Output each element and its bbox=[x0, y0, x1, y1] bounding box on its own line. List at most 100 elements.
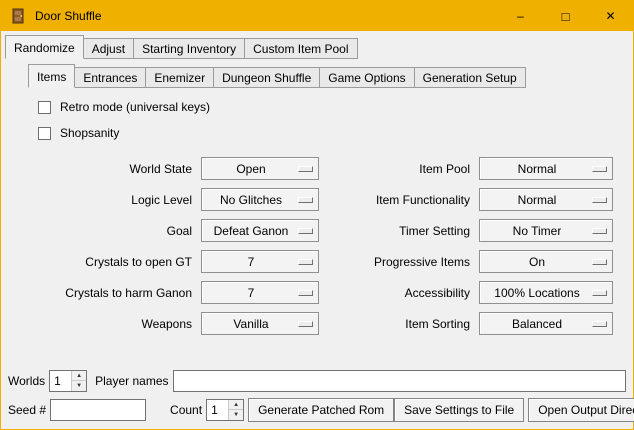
accessibility-label: Accessibility bbox=[327, 286, 479, 300]
tab-adjust[interactable]: Adjust bbox=[83, 38, 134, 59]
minimize-button[interactable]: – bbox=[498, 1, 543, 31]
weapons-row: Weapons Vanilla bbox=[29, 308, 319, 339]
options-grid: World State Open Logic Level No Glitches… bbox=[1, 153, 633, 339]
progressive-items-row: Progressive Items On bbox=[327, 246, 613, 277]
crystals-gt-value: 7 bbox=[248, 255, 255, 269]
tab-generation-setup[interactable]: Generation Setup bbox=[414, 67, 526, 88]
dropdown-indicator-icon bbox=[592, 321, 607, 327]
seed-input[interactable] bbox=[50, 399, 146, 421]
goal-row: Goal Defeat Ganon bbox=[29, 215, 319, 246]
options-column-right: Item Pool Normal Item Functionality Norm… bbox=[327, 153, 613, 339]
count-label: Count bbox=[170, 403, 202, 417]
dropdown-indicator-icon bbox=[298, 228, 313, 234]
tab-randomize[interactable]: Randomize bbox=[5, 35, 84, 59]
goal-value: Defeat Ganon bbox=[214, 224, 289, 238]
crystals-ganon-row: Crystals to harm Ganon 7 bbox=[29, 277, 319, 308]
crystals-ganon-dropdown[interactable]: 7 bbox=[201, 281, 319, 304]
seed-label: Seed # bbox=[8, 403, 46, 417]
world-state-label: World State bbox=[29, 162, 201, 176]
maximize-button[interactable]: □ bbox=[543, 1, 588, 31]
bottom-bar: Worlds ▲ ▼ Player names Seed # Count ▲ ▼ bbox=[1, 364, 633, 429]
retro-mode-checkbox[interactable] bbox=[38, 101, 51, 114]
spin-up-icon[interactable]: ▲ bbox=[229, 400, 243, 410]
crystals-gt-row: Crystals to open GT 7 bbox=[29, 246, 319, 277]
open-output-directory-button[interactable]: Open Output Directory bbox=[528, 398, 634, 422]
progressive-items-value: On bbox=[529, 255, 545, 269]
dropdown-indicator-icon bbox=[592, 259, 607, 265]
window-title: Door Shuffle bbox=[35, 9, 102, 23]
crystals-ganon-label: Crystals to harm Ganon bbox=[29, 286, 201, 300]
app-window: Door Shuffle – □ ✕ Randomize Adjust Star… bbox=[0, 0, 634, 430]
goal-dropdown[interactable]: Defeat Ganon bbox=[201, 219, 319, 242]
count-spinner: ▲ ▼ bbox=[206, 399, 244, 421]
item-functionality-row: Item Functionality Normal bbox=[327, 184, 613, 215]
dropdown-indicator-icon bbox=[592, 290, 607, 296]
item-functionality-value: Normal bbox=[518, 193, 557, 207]
accessibility-dropdown[interactable]: 100% Locations bbox=[479, 281, 613, 304]
dropdown-indicator-icon bbox=[298, 197, 313, 203]
spin-up-icon[interactable]: ▲ bbox=[72, 371, 86, 381]
item-sorting-label: Item Sorting bbox=[327, 317, 479, 331]
timer-setting-dropdown[interactable]: No Timer bbox=[479, 219, 613, 242]
item-sorting-dropdown[interactable]: Balanced bbox=[479, 312, 613, 335]
dropdown-indicator-icon bbox=[592, 228, 607, 234]
save-settings-button[interactable]: Save Settings to File bbox=[394, 398, 524, 422]
logic-level-label: Logic Level bbox=[29, 193, 201, 207]
shopsanity-label: Shopsanity bbox=[60, 126, 119, 140]
tab-enemizer[interactable]: Enemizer bbox=[145, 67, 214, 88]
item-pool-dropdown[interactable]: Normal bbox=[479, 157, 613, 180]
worlds-input[interactable] bbox=[50, 371, 71, 391]
player-names-input[interactable] bbox=[173, 370, 627, 392]
count-input[interactable] bbox=[207, 400, 228, 420]
logic-level-value: No Glitches bbox=[220, 193, 282, 207]
close-button[interactable]: ✕ bbox=[588, 1, 633, 31]
goal-label: Goal bbox=[29, 224, 201, 238]
seed-row: Seed # Count ▲ ▼ Generate Patched Rom Sa… bbox=[8, 398, 626, 422]
world-state-value: Open bbox=[236, 162, 265, 176]
logic-level-row: Logic Level No Glitches bbox=[29, 184, 319, 215]
tab-starting-inventory[interactable]: Starting Inventory bbox=[133, 38, 245, 59]
shopsanity-checkbox[interactable] bbox=[38, 127, 51, 140]
world-state-row: World State Open bbox=[29, 153, 319, 184]
shopsanity-row: Shopsanity bbox=[38, 126, 633, 140]
item-pool-row: Item Pool Normal bbox=[327, 153, 613, 184]
crystals-ganon-value: 7 bbox=[248, 286, 255, 300]
dropdown-indicator-icon bbox=[298, 290, 313, 296]
progressive-items-dropdown[interactable]: On bbox=[479, 250, 613, 273]
count-spinner-arrows: ▲ ▼ bbox=[228, 400, 243, 420]
accessibility-row: Accessibility 100% Locations bbox=[327, 277, 613, 308]
item-functionality-dropdown[interactable]: Normal bbox=[479, 188, 613, 211]
worlds-spinner-arrows: ▲ ▼ bbox=[71, 371, 86, 391]
app-icon bbox=[10, 8, 26, 24]
weapons-dropdown[interactable]: Vanilla bbox=[201, 312, 319, 335]
tab-game-options[interactable]: Game Options bbox=[319, 67, 414, 88]
title-bar: Door Shuffle – □ ✕ bbox=[1, 1, 633, 31]
item-functionality-label: Item Functionality bbox=[327, 193, 479, 207]
weapons-value: Vanilla bbox=[233, 317, 268, 331]
crystals-gt-label: Crystals to open GT bbox=[29, 255, 201, 269]
dropdown-indicator-icon bbox=[592, 197, 607, 203]
retro-mode-label: Retro mode (universal keys) bbox=[60, 100, 210, 114]
dropdown-indicator-icon bbox=[298, 321, 313, 327]
retro-mode-row: Retro mode (universal keys) bbox=[38, 100, 633, 114]
spin-down-icon[interactable]: ▼ bbox=[229, 410, 243, 420]
crystals-gt-dropdown[interactable]: 7 bbox=[201, 250, 319, 273]
options-column-left: World State Open Logic Level No Glitches… bbox=[29, 153, 319, 339]
item-sorting-row: Item Sorting Balanced bbox=[327, 308, 613, 339]
tab-custom-item-pool[interactable]: Custom Item Pool bbox=[244, 38, 357, 59]
timer-setting-label: Timer Setting bbox=[327, 224, 479, 238]
progressive-items-label: Progressive Items bbox=[327, 255, 479, 269]
item-sorting-value: Balanced bbox=[512, 317, 562, 331]
tab-dungeon-shuffle[interactable]: Dungeon Shuffle bbox=[213, 67, 320, 88]
dropdown-indicator-icon bbox=[592, 166, 607, 172]
main-tab-bar: Randomize Adjust Starting Inventory Cust… bbox=[5, 35, 633, 59]
tab-items[interactable]: Items bbox=[28, 64, 75, 88]
spin-down-icon[interactable]: ▼ bbox=[72, 381, 86, 391]
dropdown-indicator-icon bbox=[298, 259, 313, 265]
timer-setting-row: Timer Setting No Timer bbox=[327, 215, 613, 246]
world-state-dropdown[interactable]: Open bbox=[201, 157, 319, 180]
tab-entrances[interactable]: Entrances bbox=[74, 67, 146, 88]
worlds-label: Worlds bbox=[8, 374, 45, 388]
generate-patched-rom-button[interactable]: Generate Patched Rom bbox=[248, 398, 394, 422]
logic-level-dropdown[interactable]: No Glitches bbox=[201, 188, 319, 211]
